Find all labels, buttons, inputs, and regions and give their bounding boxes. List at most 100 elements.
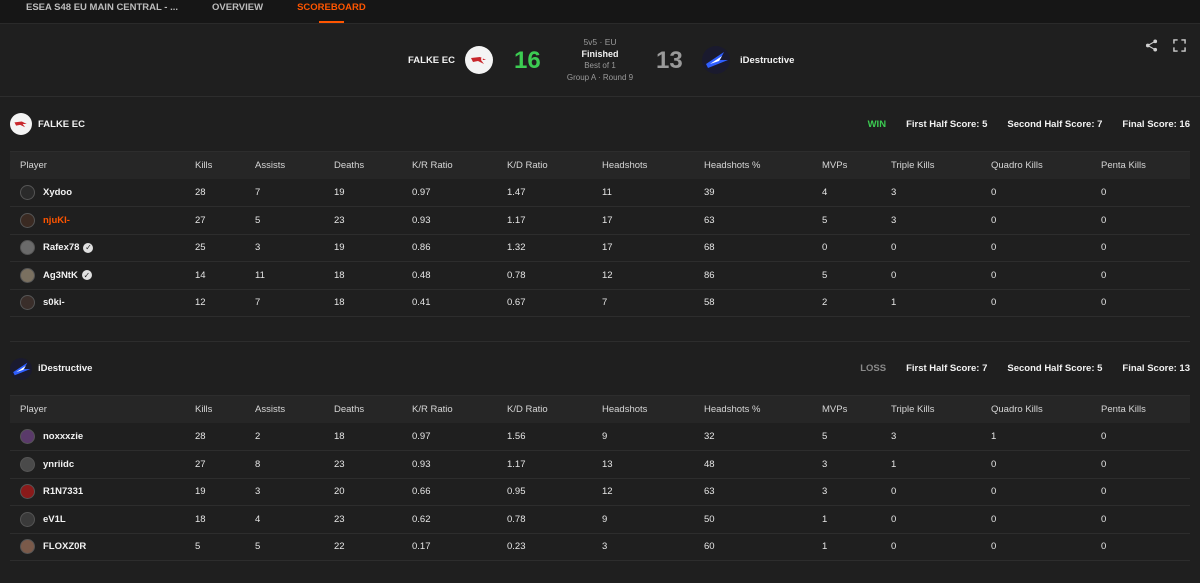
stat-cell: 17 — [602, 206, 704, 235]
column-header[interactable]: Headshots % — [704, 152, 822, 179]
avatar[interactable] — [20, 511, 35, 527]
player-name[interactable]: Xydoo — [43, 187, 72, 198]
column-header[interactable]: MVPs — [822, 152, 891, 179]
stat-cell: 0.67 — [507, 289, 602, 317]
table-row[interactable]: njuKI- 27 5 23 0.93 1.17 17 63 5 3 0 0 — [10, 206, 1190, 235]
column-header[interactable]: K/D Ratio — [507, 152, 602, 179]
share-icon[interactable] — [1144, 38, 1158, 52]
column-header[interactable]: Penta Kills — [1101, 152, 1190, 179]
stat-cell: 25 — [195, 234, 255, 262]
stat-cell: 1 — [991, 423, 1101, 451]
stat-cell: 63 — [704, 478, 822, 506]
stat-cell: 86 — [704, 261, 822, 290]
match-best-of: Best of 1 — [584, 61, 616, 70]
column-header[interactable]: Triple Kills — [891, 152, 991, 179]
player-name[interactable]: R1N7331 — [43, 486, 83, 497]
player-cell: noxxxzie — [10, 423, 195, 451]
table-row[interactable]: noxxxzie 28 2 18 0.97 1.56 9 32 5 3 1 0 — [10, 423, 1190, 451]
column-header[interactable]: K/R Ratio — [412, 396, 507, 423]
avatar[interactable] — [20, 539, 35, 555]
stat-cell: 13 — [602, 450, 704, 479]
tab-event[interactable]: ESEA S48 EU MAIN CENTRAL - ... — [26, 2, 178, 23]
team2-header[interactable]: iDestructive — [702, 46, 794, 74]
fullscreen-icon[interactable] — [1172, 38, 1186, 52]
avatar[interactable] — [20, 484, 35, 500]
column-header[interactable]: Deaths — [334, 396, 412, 423]
column-header[interactable]: Player — [10, 396, 195, 423]
table-row[interactable]: Rafex78 ✓ 25 3 19 0.86 1.32 17 68 0 0 0 0 — [10, 234, 1190, 262]
idestructive-logo-icon — [702, 46, 730, 74]
stat-cell: 18 — [334, 423, 412, 451]
column-header[interactable]: Headshots — [602, 396, 704, 423]
column-header[interactable]: Headshots — [602, 152, 704, 179]
player-name[interactable]: noxxxzie — [43, 431, 83, 442]
column-header[interactable]: K/R Ratio — [412, 152, 507, 179]
table-row[interactable]: eV1L 18 4 23 0.62 0.78 9 50 1 0 0 0 — [10, 505, 1190, 534]
column-header[interactable]: Quadro Kills — [991, 396, 1101, 423]
team1-second-half: Second Half Score: 7 — [1007, 118, 1103, 130]
avatar[interactable] — [20, 240, 35, 256]
player-name[interactable]: ynriidc — [43, 459, 74, 470]
stat-cell: 27 — [195, 450, 255, 479]
stat-cell: 3 — [891, 423, 991, 451]
table-row[interactable]: Ag3NtK ✓ 14 11 18 0.48 0.78 12 86 5 0 0 0 — [10, 261, 1190, 290]
match-info: 5v5 · EU Finished Best of 1 Group A · Ro… — [550, 36, 650, 84]
team1-score: 16 — [514, 47, 541, 74]
column-header[interactable]: Kills — [195, 396, 255, 423]
stat-cell: 0 — [822, 234, 891, 262]
stat-cell: 18 — [195, 505, 255, 534]
player-name[interactable]: njuKI- — [43, 215, 70, 226]
stat-cell: 5 — [195, 533, 255, 561]
column-header[interactable]: Penta Kills — [1101, 396, 1190, 423]
column-header[interactable]: Player — [10, 152, 195, 179]
column-header[interactable]: Deaths — [334, 152, 412, 179]
column-header[interactable]: MVPs — [822, 396, 891, 423]
player-cell: eV1L — [10, 505, 195, 534]
table-row[interactable]: s0ki- 12 7 18 0.41 0.67 7 58 2 1 0 0 — [10, 289, 1190, 317]
player-name[interactable]: Rafex78 — [43, 242, 79, 253]
stat-cell: 0.86 — [412, 234, 507, 262]
column-header[interactable]: K/D Ratio — [507, 396, 602, 423]
tab-scoreboard[interactable]: SCOREBOARD — [297, 2, 366, 23]
column-header[interactable]: Kills — [195, 152, 255, 179]
stat-cell: 19 — [195, 478, 255, 506]
avatar[interactable] — [20, 267, 35, 283]
column-header[interactable]: Triple Kills — [891, 396, 991, 423]
stat-cell: 1 — [822, 533, 891, 561]
player-name[interactable]: eV1L — [43, 514, 66, 525]
player-name[interactable]: s0ki- — [43, 297, 65, 308]
stat-cell: 0.97 — [412, 179, 507, 207]
stat-cell: 14 — [195, 261, 255, 290]
avatar[interactable] — [20, 212, 35, 228]
tab-overview[interactable]: OVERVIEW — [212, 2, 263, 23]
avatar[interactable] — [20, 429, 35, 444]
team1-header[interactable]: FALKE EC — [408, 46, 493, 74]
stat-cell: 1.17 — [507, 450, 602, 479]
player-name[interactable]: Ag3NtK — [43, 270, 78, 281]
stat-cell: 0 — [1101, 478, 1190, 506]
column-header[interactable]: Assists — [255, 152, 334, 179]
avatar[interactable] — [20, 456, 35, 472]
stat-cell: 0 — [891, 505, 991, 534]
table-row[interactable]: FLOXZ0R 5 5 22 0.17 0.23 3 60 1 0 0 0 — [10, 533, 1190, 561]
table-row[interactable]: ynriidc 27 8 23 0.93 1.17 13 48 3 1 0 0 — [10, 450, 1190, 479]
player-cell: ynriidc — [10, 450, 195, 479]
stat-cell: 11 — [255, 261, 334, 290]
stat-cell: 0 — [991, 261, 1101, 290]
column-header[interactable]: Assists — [255, 396, 334, 423]
column-header[interactable]: Headshots % — [704, 396, 822, 423]
avatar[interactable] — [20, 185, 35, 200]
stat-cell: 1 — [891, 289, 991, 317]
stat-cell: 1 — [891, 450, 991, 479]
avatar[interactable] — [20, 295, 35, 311]
column-header[interactable]: Quadro Kills — [991, 152, 1101, 179]
table-row[interactable]: R1N7331 19 3 20 0.66 0.95 12 63 3 0 0 0 — [10, 478, 1190, 506]
stat-cell: 48 — [704, 450, 822, 479]
player-name[interactable]: FLOXZ0R — [43, 541, 86, 552]
stat-cell: 20 — [334, 478, 412, 506]
stat-cell: 1.56 — [507, 423, 602, 451]
stat-cell: 3 — [891, 206, 991, 235]
stat-cell: 0 — [1101, 234, 1190, 262]
table-row[interactable]: Xydoo 28 7 19 0.97 1.47 11 39 4 3 0 0 — [10, 179, 1190, 207]
stat-cell: 18 — [334, 261, 412, 290]
